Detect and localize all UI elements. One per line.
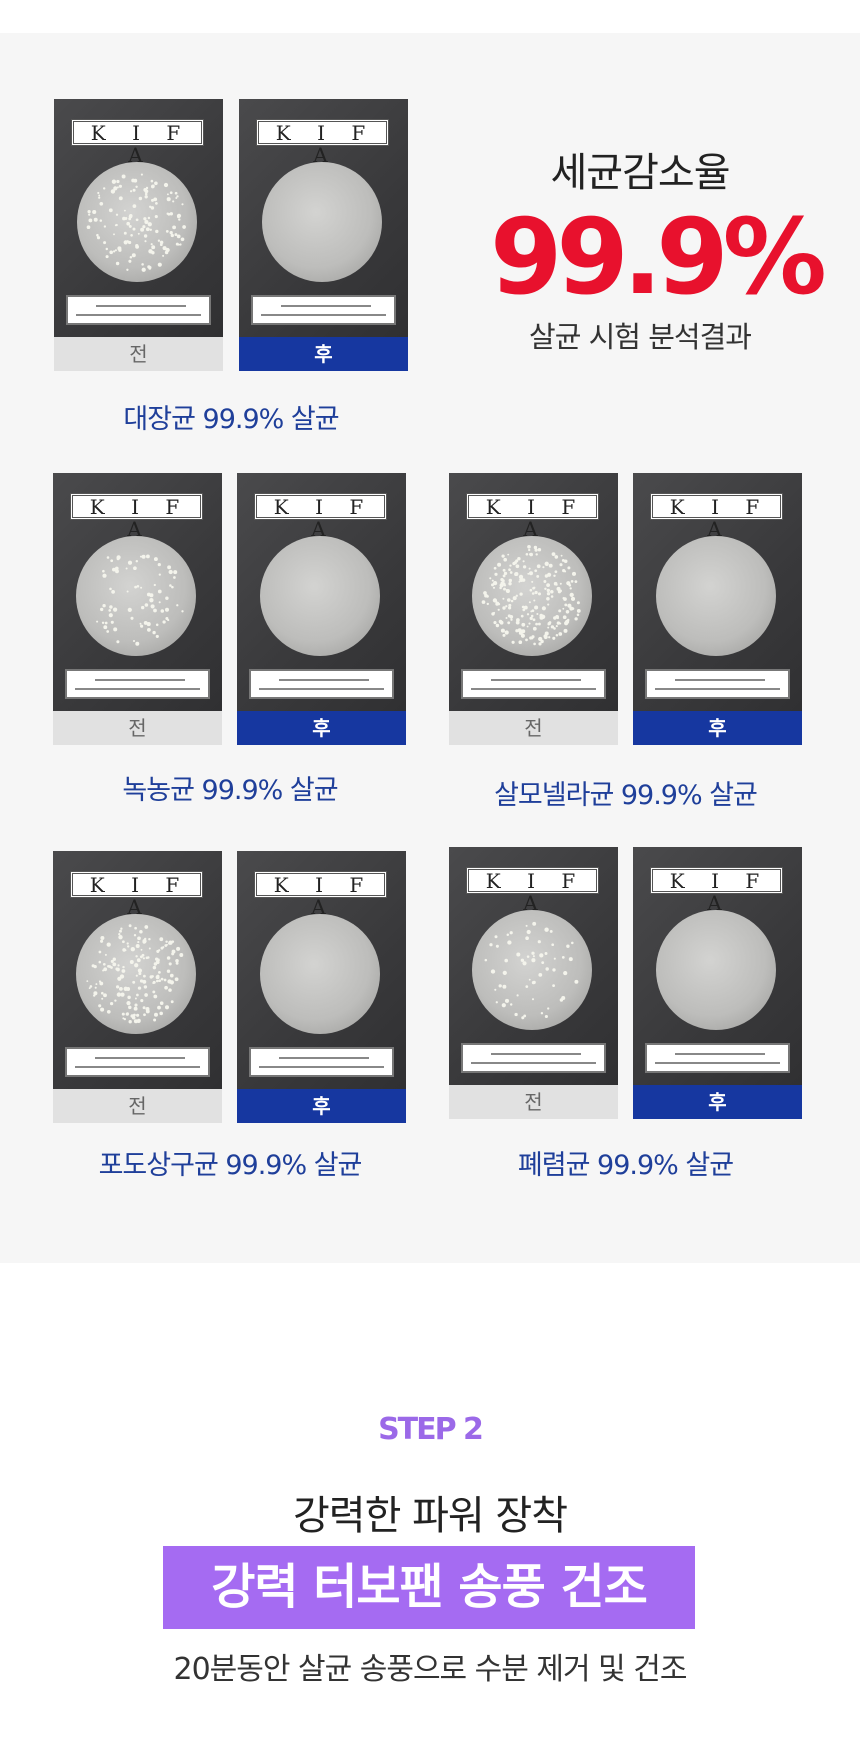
kifa-plate-label: K I F A: [466, 867, 599, 914]
plate-card-before: K I F A 전: [53, 473, 222, 745]
petri-dish: [472, 910, 592, 1030]
plate-card-after: K I F A 후: [633, 473, 802, 745]
step-heading: 강력한 파워 장착: [292, 1493, 568, 1539]
petri-dish-photo: K I F A: [633, 473, 802, 711]
sample-label: [65, 669, 210, 699]
test-caption: 살모넬라균 99.9% 살균: [494, 780, 758, 811]
stat-subtitle: 살균 시험 분석결과: [529, 320, 752, 354]
test-caption: 포도상구균 99.9% 살균: [98, 1150, 363, 1181]
kifa-plate-label: K I F A: [650, 867, 783, 914]
test-caption: 녹농균 99.9% 살균: [122, 775, 338, 806]
kifa-plate-label: K I F A: [254, 493, 387, 540]
plate-card-after: K I F A 후: [237, 473, 406, 745]
plate-card-after: K I F A 후: [239, 99, 408, 371]
bacteria-colonies: [86, 924, 184, 1024]
before-tag: 전: [449, 711, 618, 745]
after-tag: 후: [239, 337, 408, 371]
stat-value: 99.9%: [490, 196, 827, 318]
petri-dish-photo: K I F A: [237, 473, 406, 711]
plate-card-after: K I F A 후: [237, 851, 406, 1123]
after-tag: 후: [633, 711, 802, 745]
before-tag: 전: [449, 1085, 618, 1119]
after-tag: 후: [633, 1085, 802, 1119]
sample-label: [461, 669, 606, 699]
bacteria-colonies: [96, 554, 184, 646]
after-tag: 후: [237, 711, 406, 745]
after-tag: 후: [237, 1089, 406, 1123]
test-caption: 대장균 99.9% 살균: [123, 404, 339, 435]
sample-label: [66, 295, 211, 325]
petri-dish: [260, 914, 380, 1034]
sample-label: [645, 1043, 790, 1073]
plate-card-before: K I F A 전: [53, 851, 222, 1123]
bacteria-colonies: [481, 544, 581, 646]
reduction-stat: 세균감소율 99.9% 살균 시험 분석결과: [490, 140, 827, 356]
bacteria-colonies: [484, 921, 579, 1020]
sample-label: [249, 1047, 394, 1077]
petri-dish-photo: K I F A: [633, 847, 802, 1085]
plate-card-before: K I F A 전: [54, 99, 223, 371]
kifa-plate-label: K I F A: [70, 493, 203, 540]
plate-card-before: K I F A 전: [449, 847, 618, 1119]
petri-dish: [76, 914, 196, 1034]
feature-banner: 강력 터보팬 송풍 건조: [163, 1546, 695, 1629]
kifa-plate-label: K I F A: [71, 119, 204, 166]
test-caption: 폐렴균 99.9% 살균: [517, 1150, 734, 1181]
petri-dish: [656, 536, 776, 656]
before-tag: 전: [53, 711, 222, 745]
petri-dish: [262, 162, 382, 282]
sample-label: [251, 295, 396, 325]
kifa-plate-label: K I F A: [466, 493, 599, 540]
stat-title: 세균감소율: [550, 150, 731, 196]
petri-dish-photo: K I F A: [54, 99, 223, 337]
petri-dish-photo: K I F A: [237, 851, 406, 1089]
petri-dish: [472, 536, 592, 656]
step-description: 20분동안 살균 송풍으로 수분 제거 및 건조: [173, 1652, 688, 1687]
bacteria-colonies: [86, 173, 186, 272]
plate-card-before: K I F A 전: [449, 473, 618, 745]
kifa-plate-label: K I F A: [256, 119, 389, 166]
petri-dish-photo: K I F A: [239, 99, 408, 337]
plate-card-after: K I F A 후: [633, 847, 802, 1119]
petri-dish: [76, 536, 196, 656]
petri-dish: [260, 536, 380, 656]
sample-label: [461, 1043, 606, 1073]
sample-label: [645, 669, 790, 699]
petri-dish-photo: K I F A: [449, 847, 618, 1085]
petri-dish-photo: K I F A: [449, 473, 618, 711]
kifa-plate-label: K I F A: [254, 871, 387, 918]
before-tag: 전: [53, 1089, 222, 1123]
petri-dish-photo: K I F A: [53, 851, 222, 1089]
step-label: STEP 2: [378, 1412, 484, 1447]
sample-label: [65, 1047, 210, 1077]
kifa-plate-label: K I F A: [70, 871, 203, 918]
petri-dish-photo: K I F A: [53, 473, 222, 711]
petri-dish: [656, 910, 776, 1030]
before-tag: 전: [54, 337, 223, 371]
kifa-plate-label: K I F A: [650, 493, 783, 540]
petri-dish: [77, 162, 197, 282]
sample-label: [249, 669, 394, 699]
